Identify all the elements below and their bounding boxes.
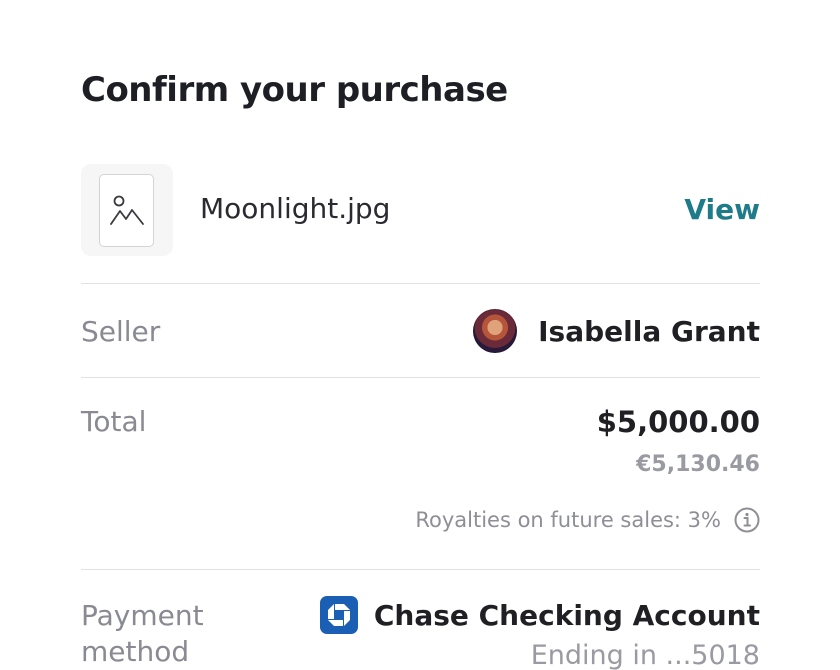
page-title: Confirm your purchase [81,70,508,110]
total-converted: €5,130.46 [636,452,760,477]
seller-name: Isabella Grant [538,314,760,348]
image-icon [99,174,154,247]
divider [81,283,760,284]
file-thumbnail [81,164,173,256]
seller-label: Seller [81,315,161,348]
purchase-confirmation: Confirm your purchase Moonlight.jpg View… [0,0,840,670]
payment-label-line1: Payment [81,599,204,632]
total-amount: $5,000.00 [596,405,760,439]
info-icon[interactable] [734,507,760,533]
royalties-row: Royalties on future sales: 3% [415,507,760,533]
payment-method-label: Payment method [81,598,204,670]
chase-logo-icon [319,596,358,634]
file-name: Moonlight.jpg [200,192,391,225]
divider [81,377,760,378]
avatar [473,309,518,353]
divider [81,569,760,570]
account-ending: Ending in ...5018 [530,640,760,670]
total-label: Total [81,405,147,438]
account-name: Chase Checking Account [373,598,760,632]
file-row: Moonlight.jpg View [81,162,760,258]
payment-account[interactable]: Chase Checking Account [319,596,760,634]
royalties-text: Royalties on future sales: 3% [415,508,721,532]
view-link[interactable]: View [684,193,760,226]
seller[interactable]: Isabella Grant [473,309,760,353]
payment-label-line2: method [81,635,190,668]
